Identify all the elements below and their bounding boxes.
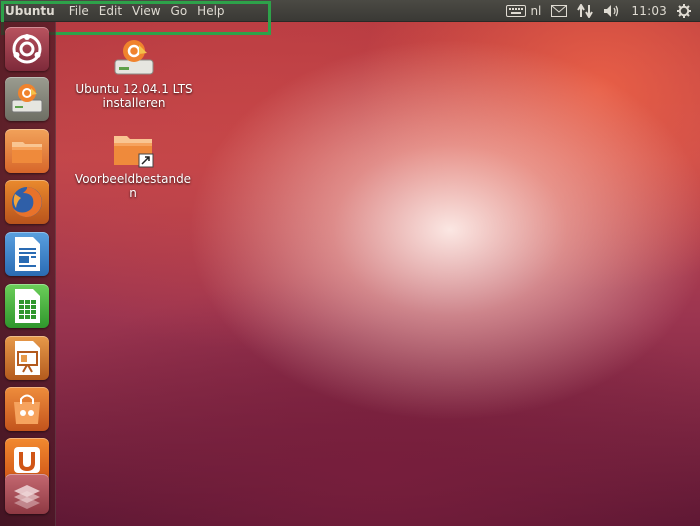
clock[interactable]: 11:03 [626, 0, 672, 22]
calc-icon [15, 289, 40, 323]
ubuntu-logo-icon [12, 34, 42, 64]
desktop-icon-label: Voorbeeldbestanden [74, 172, 192, 200]
launcher-home-folder[interactable] [5, 129, 49, 173]
launcher-software-center[interactable] [5, 387, 49, 431]
folder-link-icon [114, 136, 154, 168]
firefox-icon [12, 187, 42, 217]
keyboard-icon [506, 5, 527, 17]
envelope-icon [551, 5, 568, 17]
launcher-libreoffice-calc[interactable] [5, 284, 49, 328]
desktop-icon-install[interactable]: Ubuntu 12.04.1 LTS installeren [72, 38, 196, 110]
speaker-icon [604, 5, 619, 17]
keyboard-layout-label: nl [530, 4, 542, 18]
network-indicator[interactable] [572, 0, 598, 22]
launcher-libreoffice-writer[interactable] [5, 232, 49, 276]
impress-icon [15, 341, 40, 375]
desktop-icon-examples[interactable]: Voorbeeldbestanden [70, 130, 196, 200]
installer-icon [114, 40, 154, 75]
network-updown-icon [577, 4, 594, 18]
messaging-indicator[interactable] [546, 0, 572, 22]
installer-icon [11, 84, 43, 113]
session-indicator[interactable] [672, 0, 696, 22]
indicator-area: nl 11:03 [501, 0, 696, 22]
settings-icon [14, 485, 40, 509]
launcher-libreoffice-impress[interactable] [5, 336, 49, 380]
desktop-icon-label: Ubuntu 12.04.1 LTS installeren [75, 82, 193, 110]
launcher-install-ubuntu[interactable] [5, 77, 49, 121]
launcher-system-settings[interactable] [5, 474, 49, 514]
keyboard-indicator[interactable]: nl [501, 0, 546, 22]
writer-icon [15, 237, 40, 271]
launcher-dash-home[interactable] [5, 27, 49, 71]
launcher-firefox[interactable] [5, 180, 49, 224]
shopping-bag-icon [14, 394, 40, 424]
sound-indicator[interactable] [598, 0, 626, 22]
folder-icon [12, 142, 42, 163]
ubuntu-one-icon [14, 447, 40, 473]
launcher [0, 22, 56, 526]
gear-icon [677, 4, 691, 18]
